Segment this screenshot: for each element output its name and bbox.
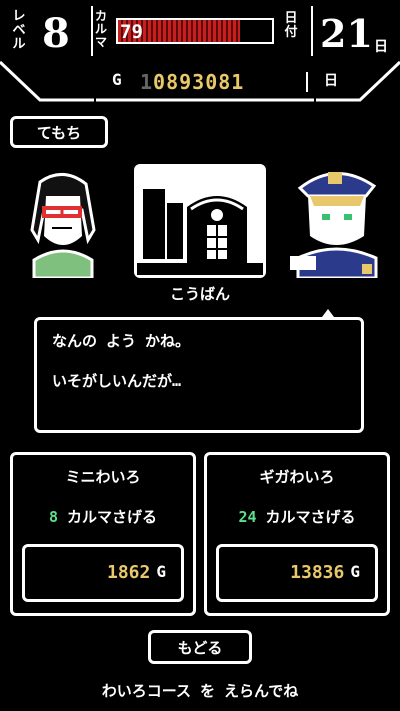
money-divider xyxy=(306,72,308,92)
karma-label: カルマ xyxy=(94,9,107,49)
course-karma-amount: 24 xyxy=(238,508,257,526)
player-portrait xyxy=(30,173,96,278)
course-karma-text: カルマさげる xyxy=(67,508,158,526)
course-karma-effect: 24 カルマさげる xyxy=(204,506,390,527)
course-price-unit: G xyxy=(350,562,360,581)
course-karma-amount: 8 xyxy=(48,508,58,526)
level-value: 8 xyxy=(42,10,70,57)
course-karma-text: カルマさげる xyxy=(265,508,356,526)
course-price: 1862 G xyxy=(22,562,184,583)
money-day-unit: 日 xyxy=(324,73,338,89)
course-price-value: 1862 xyxy=(107,562,151,583)
course-name: ミニわいろ xyxy=(65,468,141,486)
course-name: ギガわいろ xyxy=(259,468,335,486)
inventory-button[interactable]: てもち xyxy=(10,116,108,148)
money-unit: G xyxy=(112,70,122,89)
location-name: こうばん xyxy=(169,285,230,303)
karma-value: 79 xyxy=(120,21,143,43)
course-price-value: 13836 xyxy=(290,562,345,583)
course-price-unit: G xyxy=(156,562,166,581)
dialog-pointer xyxy=(322,309,334,317)
course-karma-effect: 8 カルマさげる xyxy=(10,506,196,527)
location-image-frame xyxy=(134,164,266,278)
day-value: 21 xyxy=(320,11,373,56)
money-digits-dim: 1 xyxy=(140,70,154,94)
dialog-line-1: なんの よう かね。 xyxy=(52,332,191,350)
dialog-line-2: いそがしいんだが… xyxy=(52,372,182,390)
course-price: 13836 G xyxy=(216,562,378,583)
back-button[interactable]: もどる xyxy=(148,630,252,664)
day-unit: 日 xyxy=(374,39,388,55)
money-value: 10893081 xyxy=(140,70,244,94)
money-digits-lit: 0893081 xyxy=(153,70,245,94)
level-label: レベル xyxy=(12,9,26,52)
police-officer-portrait xyxy=(290,172,378,278)
instruction-text: わいろコース を えらんでね xyxy=(101,682,299,700)
date-label: 日付 xyxy=(284,11,298,40)
police-box-image xyxy=(137,167,263,275)
